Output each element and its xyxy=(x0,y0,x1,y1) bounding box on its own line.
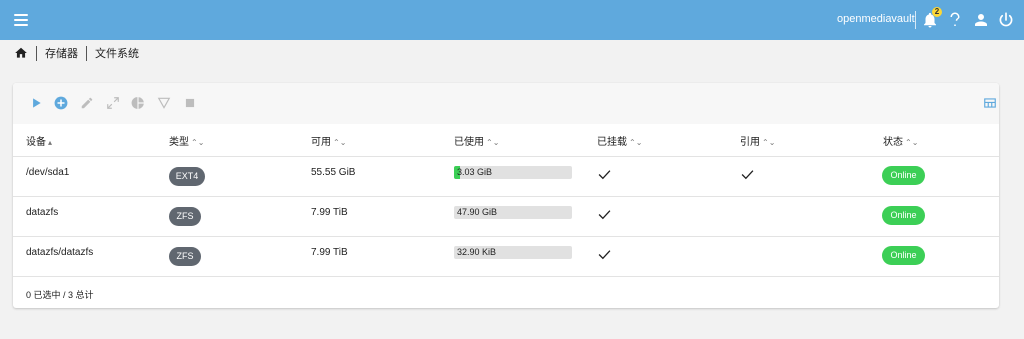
add-circle-icon[interactable] xyxy=(54,96,68,110)
pie-chart-icon[interactable] xyxy=(131,96,145,110)
toolbar xyxy=(13,83,999,124)
filter-icon[interactable] xyxy=(157,96,171,110)
usage-bar: 32.90 KiB xyxy=(454,246,572,259)
status-badge: Online xyxy=(882,206,925,225)
device-cell: /dev/sda1 xyxy=(26,167,70,178)
play-icon[interactable] xyxy=(29,96,43,110)
table-row[interactable]: datazfs/datazfs ZFS 7.99 TiB 32.90 KiB O… xyxy=(13,236,999,277)
usage-bar: 47.90 GiB xyxy=(454,206,572,219)
device-cell: datazfs xyxy=(26,207,59,218)
user-icon[interactable] xyxy=(972,11,990,29)
notification-badge: 2 xyxy=(932,7,942,17)
help-icon[interactable] xyxy=(946,11,964,29)
top-bar: openmediavault 2 xyxy=(0,0,1024,40)
check-icon xyxy=(598,170,611,180)
table-header: 设备 ▴ 类型 ⌃⌄ 可用 ⌃⌄ 已使用 ⌃⌄ 已挂载 ⌃⌄ 引用 ⌃⌄ 状态 ⌃⌄ xyxy=(13,124,999,157)
column-header-type[interactable]: 类型 ⌃⌄ xyxy=(169,133,204,148)
available-cell: 55.55 GiB xyxy=(311,167,356,178)
filesystems-card: 设备 ▴ 类型 ⌃⌄ 可用 ⌃⌄ 已使用 ⌃⌄ 已挂载 ⌃⌄ 引用 ⌃⌄ 状态 ⌃⌄ /dev… xyxy=(13,83,999,308)
breadcrumb-filesystems: 文件系统 xyxy=(95,48,139,60)
expand-icon[interactable] xyxy=(106,96,120,110)
column-header-device[interactable]: 设备 ▴ xyxy=(26,133,52,148)
check-icon xyxy=(598,210,611,220)
power-icon[interactable] xyxy=(997,11,1015,29)
home-icon[interactable] xyxy=(14,46,28,60)
usage-bar: 3.03 GiB xyxy=(454,166,572,179)
available-cell: 7.99 TiB xyxy=(311,247,348,258)
stop-icon[interactable] xyxy=(183,96,197,110)
menu-icon[interactable] xyxy=(14,14,28,26)
type-badge: ZFS xyxy=(169,247,201,266)
edit-icon[interactable] xyxy=(80,96,94,110)
column-header-status[interactable]: 状态 ⌃⌄ xyxy=(883,133,918,148)
breadcrumb-separator xyxy=(36,45,37,61)
check-icon xyxy=(598,250,611,260)
table-columns-icon[interactable] xyxy=(983,96,997,110)
table-row[interactable]: /dev/sda1 EXT4 55.55 GiB 3.03 GiB Online xyxy=(13,156,999,197)
selection-summary: 0 已选中 / 3 总计 xyxy=(26,290,94,300)
used-text: 32.90 KiB xyxy=(457,247,497,257)
column-header-available[interactable]: 可用 ⌃⌄ xyxy=(311,133,346,148)
breadcrumb: 存储器 文件系统 xyxy=(14,45,139,61)
status-badge: Online xyxy=(882,166,925,185)
breadcrumb-separator xyxy=(86,45,87,61)
hostname: openmediavault xyxy=(837,13,915,25)
available-cell: 7.99 TiB xyxy=(311,207,348,218)
type-badge: ZFS xyxy=(169,207,201,226)
used-text: 3.03 GiB xyxy=(457,167,493,177)
type-badge: EXT4 xyxy=(169,167,205,186)
check-icon xyxy=(741,170,754,180)
column-header-used[interactable]: 已使用 ⌃⌄ xyxy=(454,133,499,148)
divider xyxy=(915,11,916,29)
table-row[interactable]: datazfs ZFS 7.99 TiB 47.90 GiB Online xyxy=(13,196,999,237)
status-badge: Online xyxy=(882,246,925,265)
used-text: 47.90 GiB xyxy=(457,207,498,217)
device-cell: datazfs/datazfs xyxy=(26,247,94,258)
column-header-mounted[interactable]: 已挂载 ⌃⌄ xyxy=(597,133,642,148)
column-header-referenced[interactable]: 引用 ⌃⌄ xyxy=(740,133,775,148)
breadcrumb-storage[interactable]: 存储器 xyxy=(45,45,78,61)
